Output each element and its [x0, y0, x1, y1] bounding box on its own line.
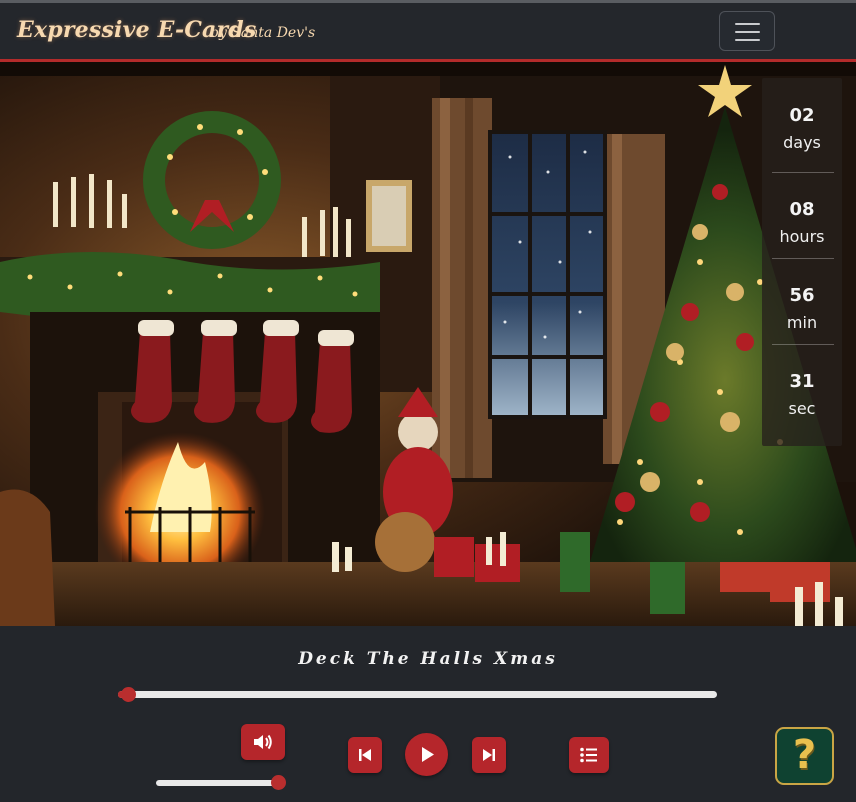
help-icon: ?	[792, 732, 817, 778]
play-button[interactable]	[405, 733, 448, 776]
volume-up-icon	[254, 734, 272, 750]
skip-back-icon	[359, 749, 371, 761]
countdown-panel: 02 days 08 hours 56 min 31 sec	[762, 78, 842, 446]
countdown-days: 02 days	[762, 78, 842, 164]
countdown-minutes-label: min	[786, 313, 818, 332]
countdown-seconds: 31 sec	[762, 344, 842, 430]
countdown-days-value: 02	[789, 105, 815, 126]
hamburger-icon	[735, 23, 760, 25]
play-icon	[422, 747, 434, 762]
progress-bar[interactable]	[118, 691, 717, 698]
navbar: Expressive E-Cards by Santa Dev's	[0, 3, 856, 62]
volume-slider-handle[interactable]	[271, 775, 286, 790]
playlist-button[interactable]	[569, 737, 609, 773]
hamburger-icon-bar	[735, 39, 760, 41]
countdown-minutes-value: 56	[789, 285, 815, 306]
menu-toggle-button[interactable]	[719, 11, 775, 51]
countdown-minutes: 56 min	[762, 258, 842, 344]
countdown-hours-value: 08	[789, 199, 815, 220]
volume-slider[interactable]	[156, 780, 279, 786]
countdown-seconds-value: 31	[789, 371, 815, 392]
next-button[interactable]	[472, 737, 506, 773]
hamburger-icon-bar	[735, 31, 760, 33]
christmas-scene-image	[0, 62, 856, 626]
volume-button[interactable]	[241, 724, 285, 760]
christmas-fireplace-image	[0, 62, 856, 626]
countdown-seconds-label: sec	[788, 399, 816, 418]
progress-slider-handle[interactable]	[120, 687, 136, 702]
help-button[interactable]: ?	[775, 727, 834, 785]
brand-byline: by Santa Dev's	[210, 25, 316, 41]
previous-button[interactable]	[348, 737, 382, 773]
song-title: Deck The Halls Xmas	[298, 649, 558, 669]
playlist-icon	[580, 747, 597, 763]
countdown-days-label: days	[783, 133, 821, 152]
countdown-hours: 08 hours	[762, 172, 842, 258]
skip-forward-icon	[483, 749, 495, 761]
countdown-hours-label: hours	[779, 227, 825, 246]
